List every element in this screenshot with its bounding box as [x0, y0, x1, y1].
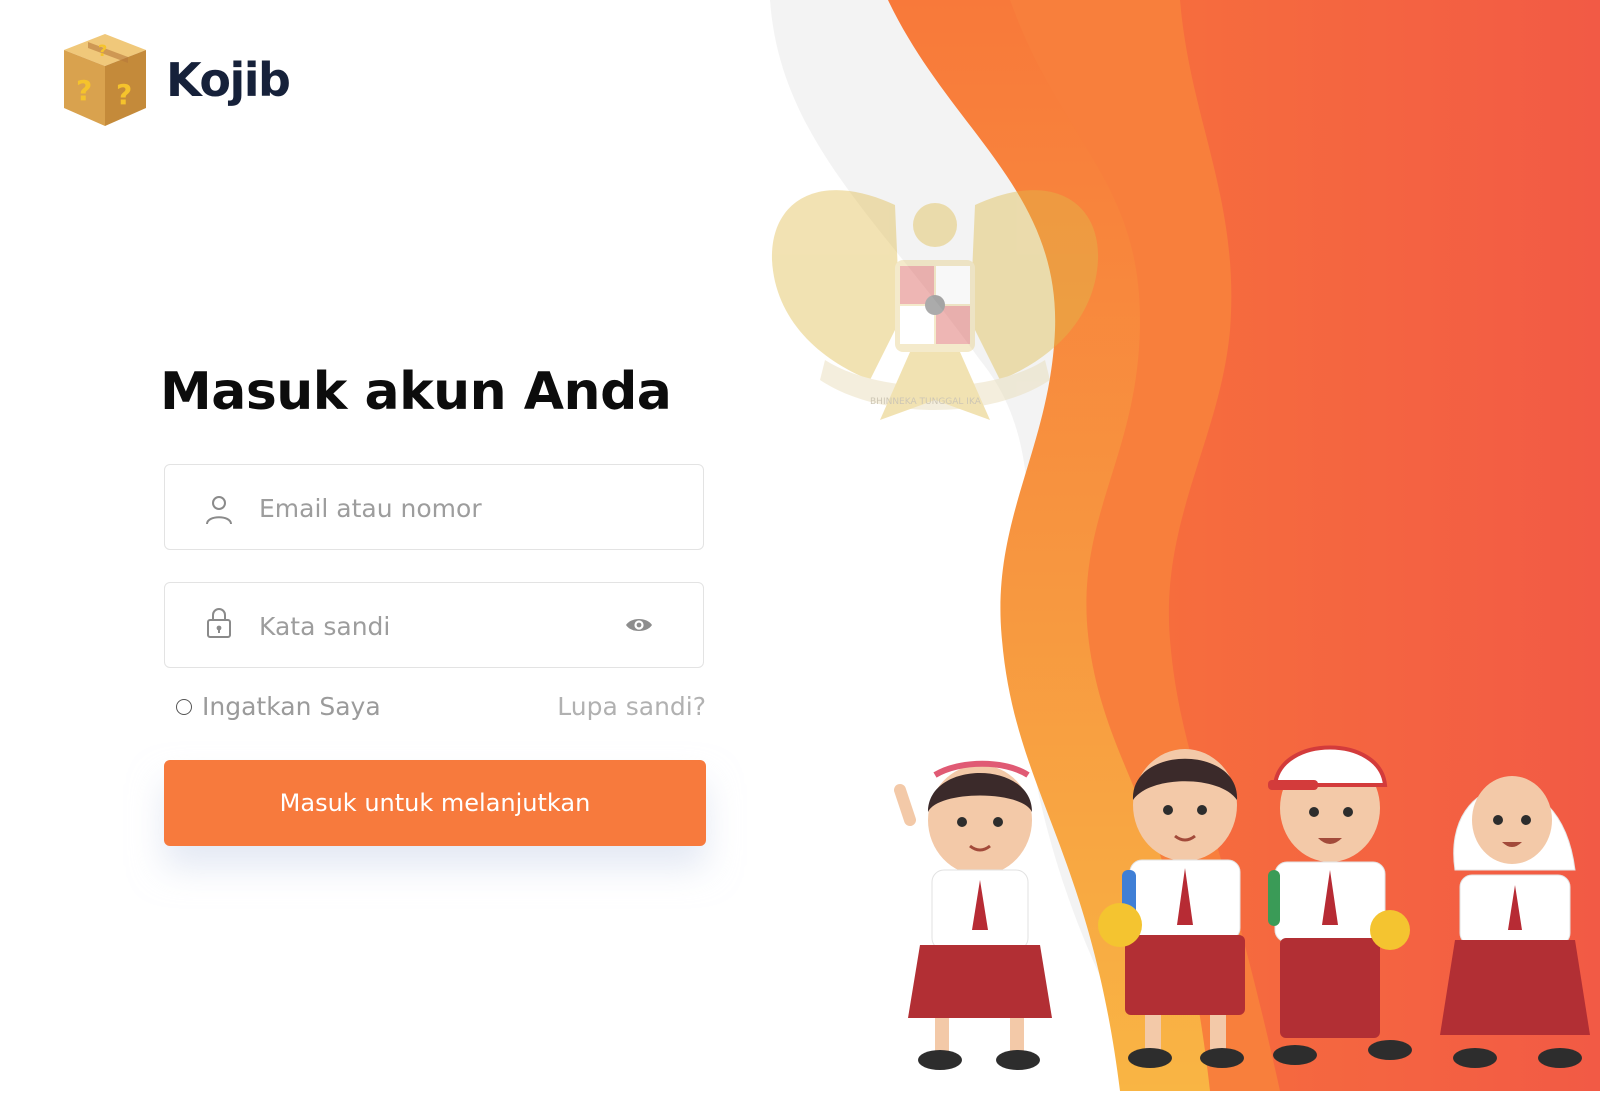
- password-field: [164, 582, 704, 669]
- login-button[interactable]: Masuk untuk melanjutkan: [164, 760, 706, 846]
- student-girl-left: [894, 760, 1052, 1070]
- remember-me-checkbox[interactable]: Ingatkan Saya: [176, 692, 381, 721]
- lock-icon: [207, 608, 231, 638]
- emblem-motto: BHINNEKA TUNGGAL IKA: [870, 397, 982, 407]
- svg-text:?: ?: [116, 78, 132, 111]
- password-input[interactable]: [257, 583, 621, 669]
- forgot-password-link[interactable]: Lupa sandi?: [557, 692, 706, 721]
- user-icon: [206, 496, 232, 525]
- login-options: Ingatkan Saya Lupa sandi?: [176, 692, 706, 732]
- email-field: [164, 464, 704, 551]
- remember-me-label: Ingatkan Saya: [202, 692, 381, 721]
- eye-icon[interactable]: [625, 615, 653, 635]
- svg-text:?: ?: [76, 74, 92, 107]
- hero-illustration: BHINNEKA TUNGGAL IKA: [760, 0, 1600, 1091]
- email-input[interactable]: [257, 465, 621, 551]
- remember-me-radio[interactable]: [176, 698, 192, 715]
- logo-box-icon: ? ? ?: [64, 34, 146, 126]
- hero-art: BHINNEKA TUNGGAL IKA: [770, 0, 1600, 1091]
- brand[interactable]: ? ? ? Kojib: [58, 30, 291, 130]
- svg-text:?: ?: [98, 41, 107, 60]
- brand-name: Kojib: [166, 53, 291, 107]
- page-title: Masuk akun Anda: [160, 362, 672, 422]
